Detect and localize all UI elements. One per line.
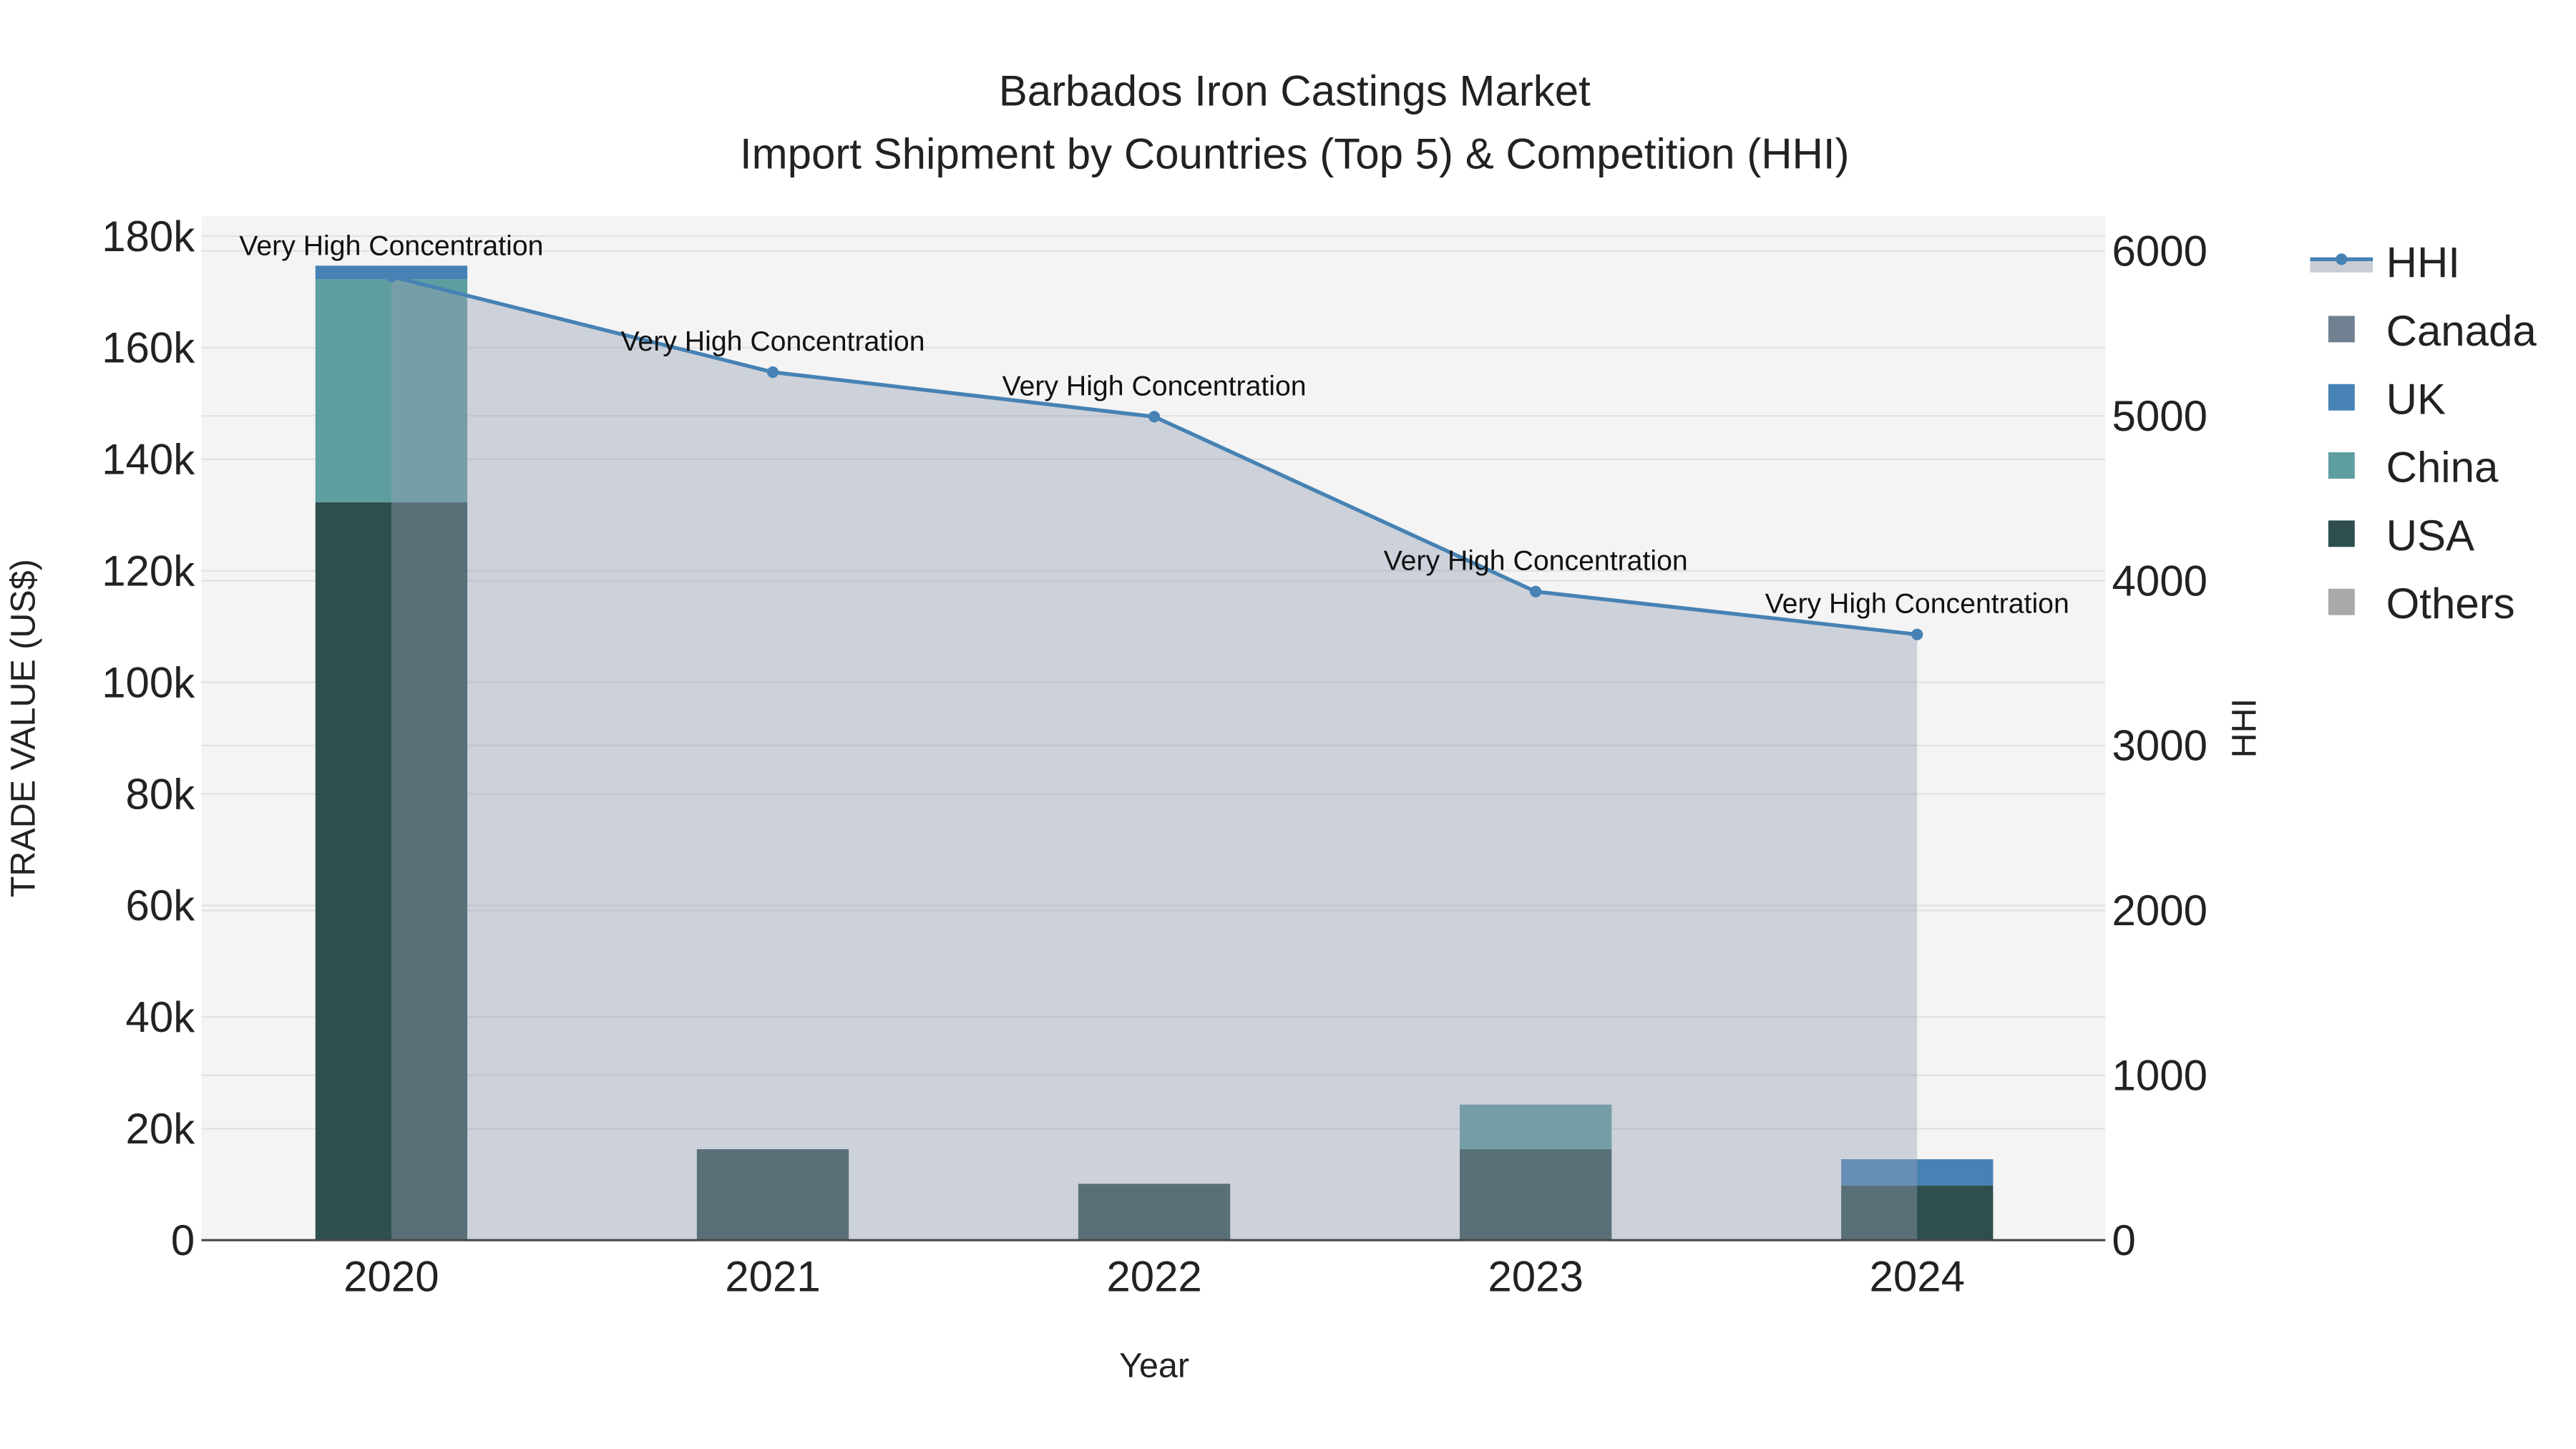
x-tick-label: 2021 (725, 1253, 820, 1301)
legend-swatch-uk (2328, 384, 2355, 411)
hhi-annotation: Very High Concentration (239, 230, 543, 261)
legend-swatch-others (2328, 588, 2355, 615)
legend-item-uk[interactable]: UK (2386, 375, 2446, 423)
legend-item-canada[interactable]: Canada (2386, 307, 2537, 355)
legend-item-usa[interactable]: USA (2386, 512, 2474, 560)
hhi-annotation: Very High Concentration (1384, 545, 1688, 577)
y-tick-label: 140k (102, 436, 195, 484)
hhi-point-2020[interactable] (385, 270, 397, 283)
y-tick-label: 80k (126, 770, 196, 818)
chart-subtitle: Import Shipment by Countries (Top 5) & C… (740, 130, 1850, 177)
x-tick-label: 2023 (1488, 1253, 1583, 1301)
hhi-point-2024[interactable] (1911, 628, 1923, 640)
y2-tick-label: 6000 (2112, 228, 2207, 275)
y-tick-label: 160k (102, 324, 195, 372)
y-tick-label: 120k (102, 547, 195, 595)
y-tick-label: 0 (171, 1216, 195, 1264)
hhi-annotation: Very High Concentration (620, 326, 924, 357)
hhi-annotation: Very High Concentration (1002, 370, 1307, 401)
legend-swatch-china (2328, 452, 2355, 479)
y2-tick-label: 3000 (2112, 722, 2207, 770)
hhi-point-2021[interactable] (766, 366, 779, 379)
y2-tick-label: 0 (2112, 1216, 2136, 1264)
legend-item-hhi[interactable]: HHI (2386, 239, 2460, 287)
hhi-point-2023[interactable] (1530, 585, 1542, 597)
y2-axis-label: HHI (2225, 698, 2263, 758)
hhi-point-2022[interactable] (1148, 411, 1161, 423)
y-tick-label: 20k (126, 1105, 196, 1153)
chart: Very High Concentration Very High Concent… (0, 0, 2576, 1449)
legend-item-china[interactable]: China (2386, 444, 2499, 492)
legend-swatch-usa (2328, 520, 2355, 547)
legend-swatch-canada (2328, 316, 2355, 343)
x-tick-label: 2024 (1869, 1253, 1964, 1301)
y-tick-label: 180k (102, 213, 195, 260)
y2-tick-label: 5000 (2112, 392, 2207, 440)
legend-item-others[interactable]: Others (2386, 580, 2515, 628)
hhi-annotation: Very High Concentration (1765, 588, 2069, 620)
y2-tick-label: 2000 (2112, 887, 2207, 935)
x-tick-label: 2022 (1106, 1253, 1201, 1301)
y2-tick-label: 1000 (2112, 1051, 2207, 1099)
y2-tick-label: 4000 (2112, 557, 2207, 605)
chart-title: Barbados Iron Castings Market (999, 67, 1591, 115)
x-tick-label: 2020 (343, 1253, 439, 1301)
legend-hhi-marker (2336, 253, 2348, 265)
x-axis-label: Year (1119, 1347, 1189, 1385)
y-tick-label: 60k (126, 882, 196, 930)
y-axis-label: TRADE VALUE (US$) (4, 559, 42, 897)
y-tick-label: 40k (126, 993, 196, 1041)
y-tick-label: 100k (102, 658, 195, 706)
